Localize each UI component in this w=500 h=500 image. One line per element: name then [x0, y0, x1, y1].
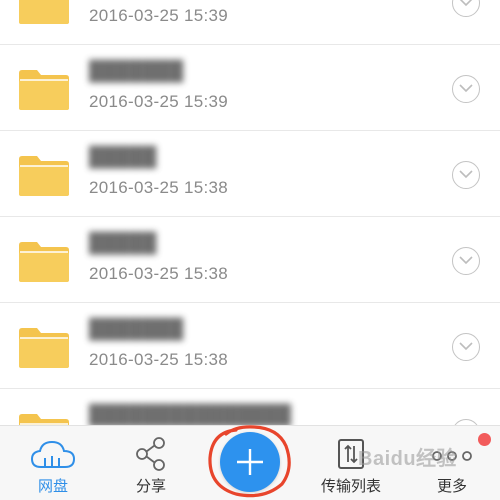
chevron-down-icon [459, 342, 473, 351]
expand-chevron-button[interactable] [452, 247, 480, 275]
list-item[interactable]: █████ 2016-03-25 15:38 [0, 217, 500, 303]
transfer-list-icon [338, 439, 364, 469]
list-item[interactable]: ███████ 2016-03-25 15:38 [0, 303, 500, 389]
expand-chevron-button[interactable] [452, 0, 480, 17]
tab-label: 传输列表 [320, 478, 381, 495]
tab-netdisk[interactable]: 网盘 [15, 426, 91, 500]
list-item[interactable]: ███████ 2016-03-25 15:39 [0, 45, 500, 131]
chevron-down-icon [459, 170, 473, 179]
expand-chevron-button[interactable] [452, 75, 480, 103]
file-name: ███████ [89, 61, 184, 82]
folder-icon [19, 0, 69, 24]
add-button[interactable] [220, 432, 280, 492]
tab-share[interactable]: 分享 [113, 426, 189, 500]
folder-icon [19, 70, 69, 110]
expand-chevron-button[interactable] [452, 333, 480, 361]
tab-label: 分享 [135, 478, 166, 495]
list-item[interactable]: 2016-03-25 15:39 [0, 0, 500, 45]
tab-transfer-list[interactable]: 传输列表 [302, 426, 400, 500]
notification-badge [478, 433, 491, 446]
tab-label: 网盘 [37, 478, 68, 495]
file-manager-screen: 2016-03-25 15:39 ███████ 2016-03-25 15:3… [0, 0, 500, 500]
file-name: ███████ [89, 319, 184, 340]
chevron-down-icon [459, 0, 473, 7]
chevron-down-icon [459, 256, 473, 265]
more-dots-icon [432, 451, 472, 461]
chevron-down-icon [459, 84, 473, 93]
file-name: █████ [89, 233, 157, 254]
plus-icon [237, 449, 263, 475]
tab-label: 更多 [436, 478, 467, 495]
file-date: 2016-03-25 15:38 [89, 178, 229, 197]
file-name: ███████████████ [89, 405, 291, 426]
cloud-icon [30, 440, 76, 468]
file-date: 2016-03-25 15:39 [89, 6, 229, 25]
file-list: 2016-03-25 15:39 ███████ 2016-03-25 15:3… [0, 0, 500, 475]
share-icon [136, 437, 165, 471]
file-date: 2016-03-25 15:39 [89, 92, 229, 111]
folder-icon [19, 328, 69, 368]
folder-icon [19, 156, 69, 196]
file-name: █████ [89, 147, 157, 168]
list-item[interactable]: █████ 2016-03-25 15:38 [0, 131, 500, 217]
expand-chevron-button[interactable] [452, 161, 480, 189]
file-date: 2016-03-25 15:38 [89, 264, 229, 283]
folder-icon [19, 242, 69, 282]
file-date: 2016-03-25 15:38 [89, 350, 229, 369]
